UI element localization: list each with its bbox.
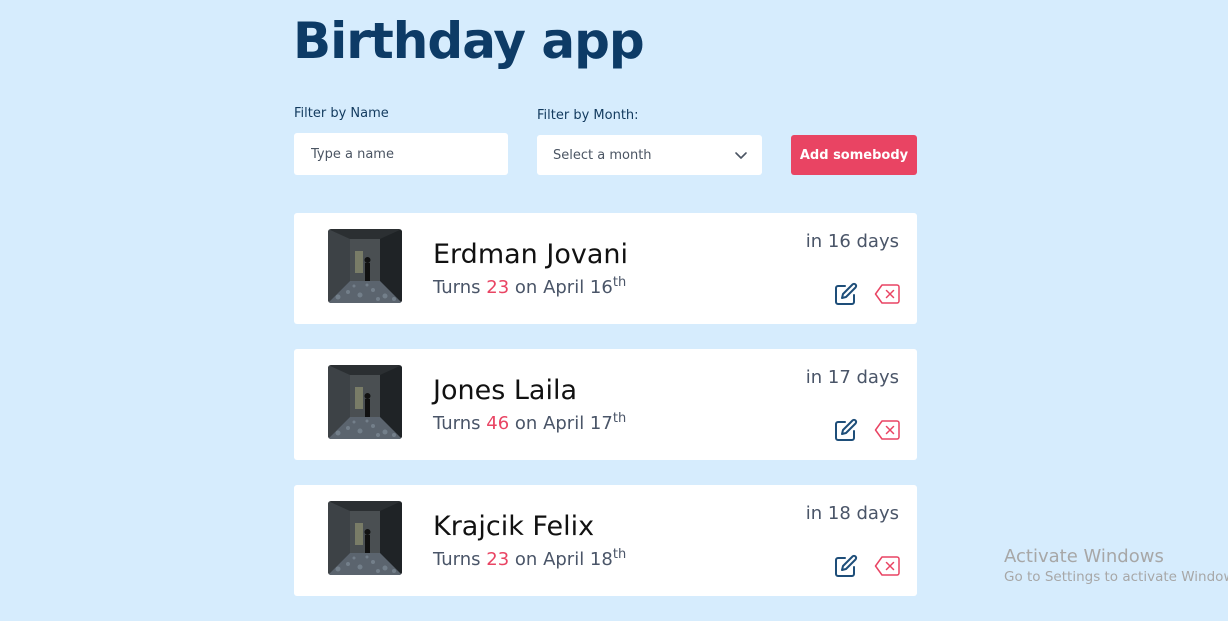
date-ordinal: th — [612, 411, 627, 426]
name-filter-input[interactable] — [294, 133, 508, 175]
edit-button[interactable] — [834, 418, 858, 442]
birthday-card: Erdman Jovani Turns 23 on April 16th in … — [294, 213, 917, 324]
date-ordinal: th — [612, 275, 627, 290]
turns-prefix: Turns — [433, 277, 481, 298]
person-name: Krajcik Felix — [433, 511, 595, 542]
turns-text: Turns 23 on April 16th — [433, 275, 626, 298]
delete-button[interactable] — [874, 555, 901, 577]
birthday-date: on April 17 — [514, 413, 613, 434]
edit-icon — [835, 282, 858, 305]
avatar — [328, 365, 402, 439]
page-title: Birthday app — [293, 12, 645, 70]
edit-button[interactable] — [834, 282, 858, 306]
person-name: Jones Laila — [433, 375, 577, 406]
backspace-icon — [874, 420, 900, 440]
birthday-date: on April 18 — [514, 549, 613, 570]
edit-icon — [835, 554, 858, 577]
turns-prefix: Turns — [433, 549, 481, 570]
watermark-subtitle: Go to Settings to activate Windows. — [1004, 569, 1228, 585]
age-value: 23 — [486, 277, 510, 298]
avatar — [328, 229, 402, 303]
date-ordinal: th — [612, 547, 627, 562]
days-until: in 16 days — [805, 231, 899, 252]
birthday-card: Krajcik Felix Turns 23 on April 18th in … — [294, 485, 917, 596]
filter-name-label: Filter by Name — [294, 106, 389, 121]
days-until: in 18 days — [805, 503, 899, 524]
activate-windows-watermark: Activate Windows Go to Settings to activ… — [1004, 546, 1228, 585]
backspace-icon — [874, 556, 900, 576]
edit-button[interactable] — [834, 554, 858, 578]
turns-prefix: Turns — [433, 413, 481, 434]
delete-button[interactable] — [874, 419, 901, 441]
watermark-title: Activate Windows — [1004, 546, 1164, 567]
age-value: 46 — [486, 413, 510, 434]
filter-month-label: Filter by Month: — [537, 108, 639, 123]
edit-icon — [835, 418, 858, 441]
month-select-value: Select a month — [553, 147, 652, 163]
days-until: in 17 days — [805, 367, 899, 388]
delete-button[interactable] — [874, 283, 901, 305]
birthday-card: Jones Laila Turns 46 on April 17th in 17… — [294, 349, 917, 460]
birthday-date: on April 16 — [514, 277, 613, 298]
person-name: Erdman Jovani — [433, 239, 628, 270]
chevron-down-icon — [735, 152, 747, 159]
backspace-icon — [874, 284, 900, 304]
month-filter-select[interactable]: Select a month — [537, 135, 762, 175]
avatar — [328, 501, 402, 575]
turns-text: Turns 46 on April 17th — [433, 411, 626, 434]
add-somebody-button[interactable]: Add somebody — [791, 135, 917, 175]
turns-text: Turns 23 on April 18th — [433, 547, 626, 570]
age-value: 23 — [486, 549, 510, 570]
